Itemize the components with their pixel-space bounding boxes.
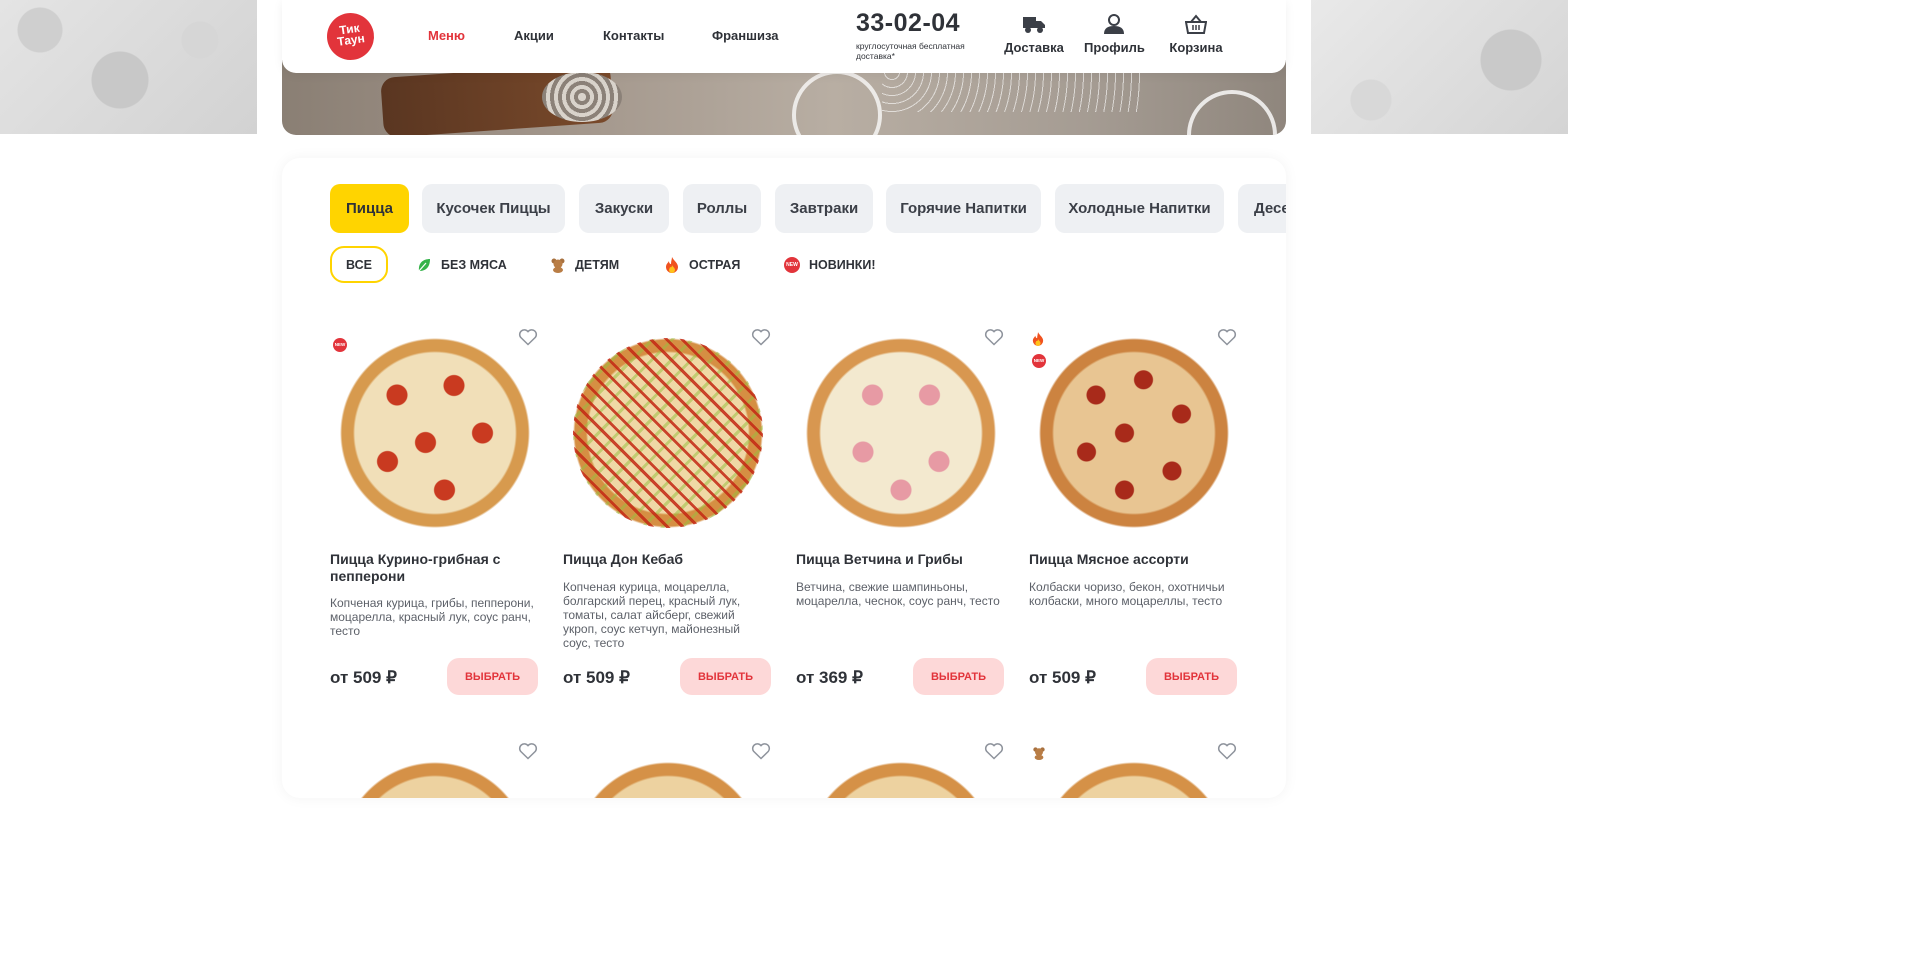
tab-rolls[interactable]: Роллы	[683, 184, 761, 233]
product-image[interactable]	[806, 762, 996, 798]
product-card	[796, 742, 1006, 798]
tab-hot-drinks[interactable]: Горячие Напитки	[886, 184, 1041, 233]
product-image[interactable]	[1039, 338, 1229, 528]
choose-button[interactable]: ВЫБРАТЬ	[447, 658, 538, 695]
product-card	[563, 742, 773, 798]
cart-button[interactable]: Корзина	[1166, 14, 1226, 55]
profile-label: Профиль	[1084, 40, 1145, 55]
product-description: Ветчина, свежие шампиньоны, моцарелла, ч…	[796, 580, 1000, 608]
product-image[interactable]	[340, 762, 530, 798]
basket-icon	[1185, 14, 1207, 34]
nav-franchise[interactable]: Франшиза	[712, 28, 778, 43]
truck-icon	[1023, 17, 1045, 33]
filter-vegetarian[interactable]: БЕЗ МЯСА	[416, 246, 507, 283]
product-price: от 509 ₽	[330, 668, 397, 687]
cart-label: Корзина	[1169, 40, 1223, 55]
menu-panel: Пицца Кусочек Пиццы Закуски Роллы Завтра…	[282, 158, 1286, 798]
product-image[interactable]	[806, 338, 996, 528]
user-icon	[1104, 14, 1124, 34]
product-title[interactable]: Пицца Мясное ассорти	[1029, 551, 1229, 568]
heart-icon[interactable]	[984, 742, 1004, 760]
phone-subtitle: круглосуточная бесплатная доставка*	[856, 41, 965, 61]
new-badge-icon: NEW	[784, 256, 800, 273]
delivery-button[interactable]: Доставка	[1004, 14, 1064, 55]
product-card: NEW Пицца Курино-грибная с пепперони Коп…	[330, 328, 540, 728]
tab-cold-drinks[interactable]: Холодные Напитки	[1055, 184, 1224, 233]
product-price: от 369 ₽	[796, 668, 863, 687]
tab-pizza[interactable]: Пицца	[330, 184, 409, 233]
phone-number[interactable]: 33-02-04	[856, 9, 960, 38]
new-badge-icon: NEW	[1032, 349, 1046, 368]
product-image[interactable]	[1039, 762, 1229, 798]
filter-kids[interactable]: ДЕТЯМ	[550, 246, 619, 283]
tab-desserts[interactable]: Десе	[1238, 184, 1286, 233]
product-image[interactable]	[340, 338, 530, 528]
choose-button[interactable]: ВЫБРАТЬ	[680, 658, 771, 695]
background-photo-left	[0, 0, 257, 134]
product-description: Колбаски чоризо, бекон, охотничьи колбас…	[1029, 580, 1225, 608]
product-title[interactable]: Пицца Курино-грибная с пепперони	[330, 551, 530, 585]
product-image[interactable]	[573, 762, 763, 798]
product-price: от 509 ₽	[1029, 668, 1096, 687]
heart-icon[interactable]	[518, 328, 538, 346]
filter-new[interactable]: NEW НОВИНКИ!	[784, 246, 876, 283]
choose-button[interactable]: ВЫБРАТЬ	[1146, 658, 1237, 695]
site-header: Тик Таун Меню Акции Контакты Франшиза 33…	[282, 0, 1286, 73]
product-card	[330, 742, 540, 798]
heart-icon[interactable]	[518, 742, 538, 760]
teddy-bear-icon	[550, 257, 566, 273]
heart-icon[interactable]	[984, 328, 1004, 346]
product-card: NEW Пицца Мясное ассорти Колбаски чоризо…	[1029, 328, 1239, 728]
heart-icon[interactable]	[751, 742, 771, 760]
tab-breakfasts[interactable]: Завтраки	[775, 184, 873, 233]
logo[interactable]: Тик Таун	[323, 9, 378, 64]
delivery-label: Доставка	[1004, 40, 1064, 55]
product-card: Пицца Дон Кебаб Копченая курица, моцарел…	[563, 328, 773, 728]
product-title[interactable]: Пицца Ветчина и Грибы	[796, 551, 996, 568]
nav-contacts[interactable]: Контакты	[603, 28, 664, 43]
heart-icon[interactable]	[751, 328, 771, 346]
teddy-bear-icon	[1032, 746, 1046, 765]
choose-button[interactable]: ВЫБРАТЬ	[913, 658, 1004, 695]
filter-all[interactable]: ВСЕ	[330, 246, 388, 283]
nav-promotions[interactable]: Акции	[514, 28, 554, 43]
product-description: Копченая курица, грибы, пепперони, моцар…	[330, 596, 534, 638]
product-image[interactable]	[573, 338, 763, 528]
product-title[interactable]: Пицца Дон Кебаб	[563, 551, 763, 568]
product-card	[1029, 742, 1239, 798]
product-price: от 509 ₽	[563, 668, 630, 687]
leaf-icon	[416, 257, 432, 273]
tab-snacks[interactable]: Закуски	[579, 184, 669, 233]
nav-menu[interactable]: Меню	[428, 28, 465, 43]
filter-spicy[interactable]: ОСТРАЯ	[664, 246, 740, 283]
heart-icon[interactable]	[1217, 328, 1237, 346]
heart-icon[interactable]	[1217, 742, 1237, 760]
background-photo-right	[1311, 0, 1568, 134]
tab-pizza-slice[interactable]: Кусочек Пиццы	[422, 184, 565, 233]
new-badge-icon: NEW	[333, 333, 347, 352]
product-card: Пицца Ветчина и Грибы Ветчина, свежие ша…	[796, 328, 1006, 728]
fire-icon	[664, 256, 680, 273]
profile-button[interactable]: Профиль	[1084, 14, 1145, 55]
product-description: Копченая курица, моцарелла, болгарский п…	[563, 580, 741, 650]
